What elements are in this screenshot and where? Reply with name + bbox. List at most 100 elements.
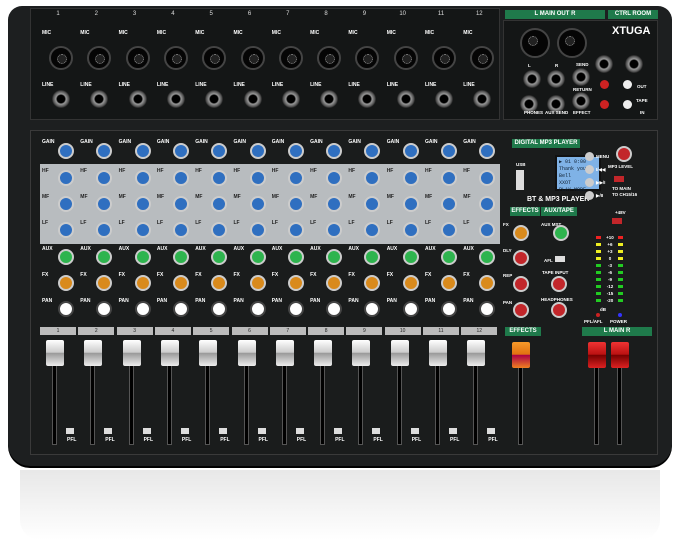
gain-knob[interactable] (288, 143, 304, 159)
pfl-button[interactable] (487, 428, 495, 434)
channel-fader[interactable] (84, 340, 102, 366)
line-jack-input[interactable] (282, 90, 300, 108)
line-jack-input[interactable] (167, 90, 185, 108)
mf-knob[interactable] (326, 196, 342, 212)
channel-fader[interactable] (352, 340, 370, 366)
aux-knob[interactable] (135, 249, 151, 265)
hf-knob[interactable] (326, 170, 342, 186)
gain-knob[interactable] (135, 143, 151, 159)
channel-fader[interactable] (238, 340, 256, 366)
fx-knob[interactable] (288, 275, 304, 291)
mp3-route-switch[interactable] (614, 176, 624, 182)
gain-knob[interactable] (441, 143, 457, 159)
usb-port[interactable] (516, 170, 524, 190)
mf-knob[interactable] (250, 196, 266, 212)
pfl-button[interactable] (66, 428, 74, 434)
channel-fader[interactable] (467, 340, 485, 366)
channel-fader[interactable] (123, 340, 141, 366)
effects-fx-knob[interactable] (513, 225, 529, 241)
channel-fader[interactable] (276, 340, 294, 366)
pfl-button[interactable] (181, 428, 189, 434)
main-l-fader[interactable] (588, 342, 606, 368)
hf-knob[interactable] (58, 170, 74, 186)
mic-xlr-input[interactable] (317, 46, 341, 70)
channel-fader[interactable] (391, 340, 409, 366)
line-jack-input[interactable] (129, 90, 147, 108)
lf-knob[interactable] (403, 222, 419, 238)
fx-knob[interactable] (173, 275, 189, 291)
mic-xlr-input[interactable] (164, 46, 188, 70)
gain-knob[interactable] (403, 143, 419, 159)
pan-knob[interactable] (326, 301, 342, 317)
tape-out-l-rca[interactable] (600, 80, 609, 89)
hf-knob[interactable] (288, 170, 304, 186)
lf-knob[interactable] (58, 222, 74, 238)
phantom-power-switch[interactable] (612, 218, 622, 224)
pfl-button[interactable] (219, 428, 227, 434)
headphones-knob[interactable] (551, 302, 567, 318)
mf-knob[interactable] (403, 196, 419, 212)
lf-knob[interactable] (441, 222, 457, 238)
mf-knob[interactable] (441, 196, 457, 212)
main-out-r-jack[interactable] (547, 70, 565, 88)
fx-knob[interactable] (403, 275, 419, 291)
channel-fader[interactable] (429, 340, 447, 366)
pfl-button[interactable] (334, 428, 342, 434)
mf-knob[interactable] (173, 196, 189, 212)
line-jack-input[interactable] (320, 90, 338, 108)
tape-out-r-rca[interactable] (623, 80, 632, 89)
aux-knob[interactable] (250, 249, 266, 265)
mic-xlr-input[interactable] (126, 46, 150, 70)
lf-knob[interactable] (135, 222, 151, 238)
mic-xlr-input[interactable] (241, 46, 265, 70)
line-jack-input[interactable] (435, 90, 453, 108)
aux-knob[interactable] (288, 249, 304, 265)
hf-knob[interactable] (403, 170, 419, 186)
pfl-button[interactable] (296, 428, 304, 434)
pan-knob[interactable] (250, 301, 266, 317)
afl-button[interactable] (555, 256, 565, 262)
pan-knob[interactable] (58, 301, 74, 317)
gain-knob[interactable] (326, 143, 342, 159)
pfl-button[interactable] (372, 428, 380, 434)
channel-fader[interactable] (46, 340, 64, 366)
gain-knob[interactable] (173, 143, 189, 159)
lf-knob[interactable] (173, 222, 189, 238)
line-jack-input[interactable] (244, 90, 262, 108)
play-pause-button[interactable] (585, 191, 594, 200)
ctrl-room-l-jack[interactable] (595, 55, 613, 73)
pfl-button[interactable] (411, 428, 419, 434)
return-jack[interactable] (572, 92, 590, 110)
aux-knob[interactable] (58, 249, 74, 265)
gain-knob[interactable] (58, 143, 74, 159)
lf-knob[interactable] (250, 222, 266, 238)
mic-xlr-input[interactable] (432, 46, 456, 70)
pan-knob[interactable] (441, 301, 457, 317)
menu-button[interactable] (585, 152, 594, 161)
fx-knob[interactable] (441, 275, 457, 291)
hf-knob[interactable] (441, 170, 457, 186)
mf-knob[interactable] (288, 196, 304, 212)
main-out-l-jack[interactable] (523, 70, 541, 88)
fx-knob[interactable] (326, 275, 342, 291)
aux-knob[interactable] (441, 249, 457, 265)
mf-knob[interactable] (135, 196, 151, 212)
pfl-button[interactable] (258, 428, 266, 434)
dly-knob[interactable] (513, 250, 529, 266)
aux-knob[interactable] (173, 249, 189, 265)
fx-knob[interactable] (135, 275, 151, 291)
rep-knob[interactable] (513, 276, 529, 292)
aux-knob[interactable] (326, 249, 342, 265)
prev-button[interactable] (585, 165, 594, 174)
tape-input-knob[interactable] (551, 276, 567, 292)
gain-knob[interactable] (250, 143, 266, 159)
main-out-l-xlr[interactable] (520, 28, 550, 58)
send-jack[interactable] (572, 68, 590, 86)
fx-knob[interactable] (58, 275, 74, 291)
ctrl-room-r-jack[interactable] (625, 55, 643, 73)
mic-xlr-input[interactable] (279, 46, 303, 70)
hf-knob[interactable] (250, 170, 266, 186)
channel-fader[interactable] (161, 340, 179, 366)
next-button[interactable] (585, 178, 594, 187)
tape-in-r-rca[interactable] (623, 100, 632, 109)
